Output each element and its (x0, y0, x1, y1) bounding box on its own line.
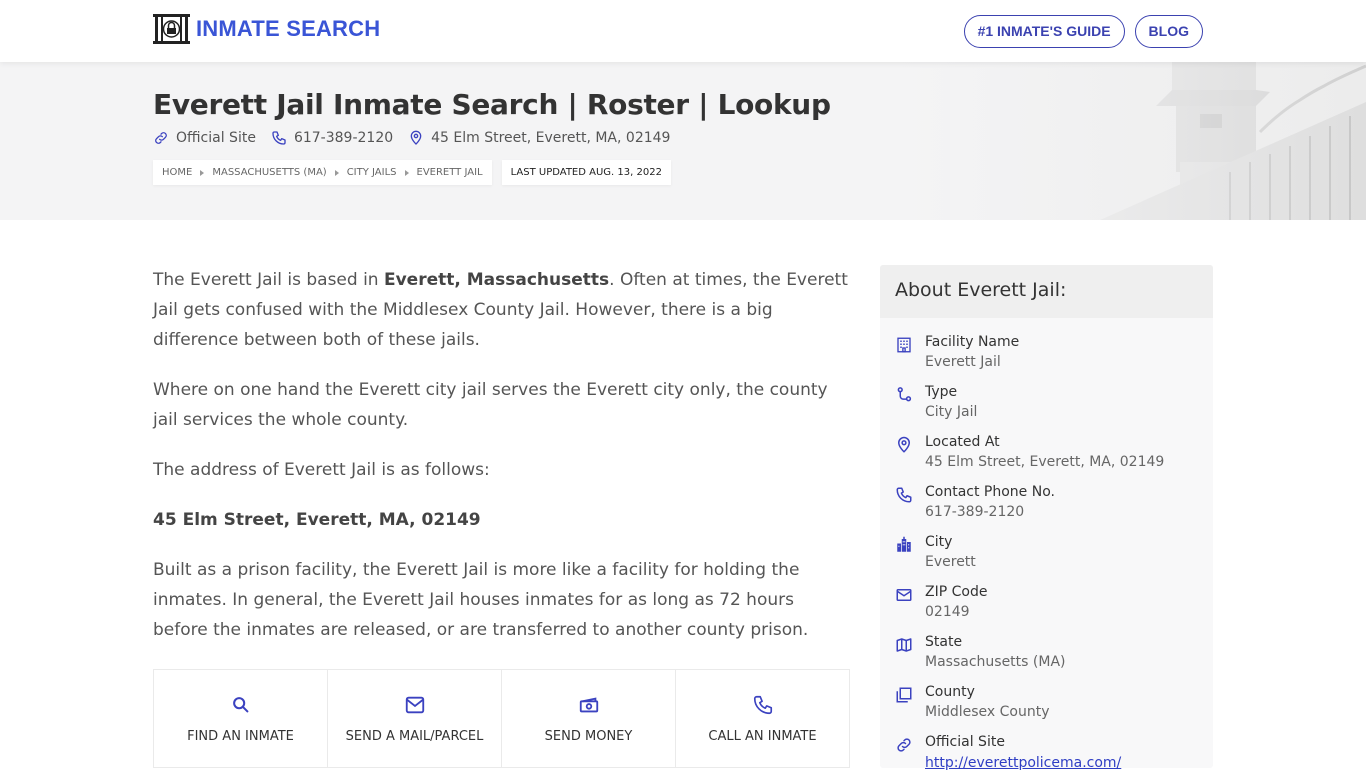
phone-icon (272, 131, 286, 145)
prison-tower-image (900, 62, 1366, 220)
fact-label: County (925, 684, 975, 700)
fact-value: Everett (925, 554, 976, 570)
find-inmate-button[interactable]: FIND AN INMATE (154, 670, 328, 767)
article-body: The Everett Jail is based in Everett, Ma… (153, 265, 850, 665)
fact-label: Official Site (925, 734, 1005, 750)
facility-meta: Official Site 617-389-2120 45 Elm Street… (153, 130, 670, 146)
link-icon (155, 132, 167, 144)
call-inmate-button[interactable]: CALL AN INMATE (676, 670, 849, 767)
fact-phone: Contact Phone No. 617-389-2120 (895, 482, 1198, 532)
breadcrumb-state[interactable]: MASSACHUSETTS (MA) (212, 167, 326, 178)
fact-value: City Jail (925, 404, 978, 420)
fact-label: Type (925, 384, 958, 400)
building-icon (897, 337, 911, 353)
breadcrumb-separator-icon (200, 169, 205, 176)
fact-official-site: Official Site http://everettpolicema.com/ (895, 732, 1198, 782)
phone-number: 617-389-2120 (293, 130, 394, 146)
phone-link[interactable]: 617-389-2120 (271, 130, 393, 146)
fact-type: Type City Jail (895, 382, 1198, 432)
route-icon (897, 387, 912, 402)
breadcrumb-home[interactable]: HOME (162, 167, 192, 178)
money-icon (579, 697, 598, 713)
header-nav: #1 INMATE'S GUIDE BLOG (963, 15, 1203, 48)
official-site-link[interactable]: Official Site (153, 130, 256, 146)
breadcrumb-separator-icon (404, 169, 409, 176)
jail-lock-icon (153, 14, 190, 44)
about-card-title: About Everett Jail: (880, 265, 1213, 318)
phone-icon (753, 695, 772, 715)
breadcrumb-row: HOME MASSACHUSETTS (MA) CITY JAILS EVERE… (153, 160, 671, 185)
fact-label: State (925, 634, 963, 650)
find-inmate-label: FIND AN INMATE (187, 729, 294, 744)
jurisdiction-paragraph: Where on one hand the Everett city jail … (153, 380, 828, 430)
site-logo[interactable]: INMATE SEARCH (153, 14, 380, 44)
mail-icon (896, 589, 912, 601)
services-grid: FIND AN INMATE SEND A MAIL/PARCEL SEND M… (153, 669, 850, 768)
fact-county: County Middlesex County (895, 682, 1198, 732)
fact-state: State Massachusetts (MA) (895, 632, 1198, 682)
page-title: Everett Jail Inmate Search | Roster | Lo… (153, 88, 831, 121)
fact-value: Massachusetts (MA) (925, 654, 1066, 670)
fact-value: 45 Elm Street, Everett, MA, 02149 (925, 454, 1165, 470)
facility-paragraph: Built as a prison facility, the Everett … (153, 560, 809, 640)
breadcrumb-current[interactable]: EVERETT JAIL (417, 167, 483, 178)
breadcrumb: HOME MASSACHUSETTS (MA) CITY JAILS EVERE… (153, 160, 492, 185)
fact-location: Located At 45 Elm Street, Everett, MA, 02… (895, 432, 1198, 482)
send-money-label: SEND MONEY (544, 729, 633, 744)
official-site-label: Official Site (176, 130, 256, 146)
last-updated-badge: LAST UPDATED AUG. 13, 2022 (501, 160, 671, 185)
breadcrumb-city-jails[interactable]: CITY JAILS (347, 167, 397, 178)
map-icon (896, 638, 912, 652)
send-mail-button[interactable]: SEND A MAIL/PARCEL (328, 670, 502, 767)
city-icon (897, 536, 911, 552)
about-facility-card: About Everett Jail: Facility Name Everett… (880, 265, 1213, 771)
fact-label: Located At (925, 434, 1000, 450)
fact-value: 617-389-2120 (925, 504, 1025, 520)
send-money-button[interactable]: SEND MONEY (502, 670, 676, 767)
call-inmate-label: CALL AN INMATE (708, 729, 817, 744)
facts-list: Facility Name Everett Jail Type City Jail … (880, 318, 1213, 782)
fact-zip: ZIP Code 02149 (895, 582, 1198, 632)
fact-label: Facility Name (925, 334, 1020, 350)
search-icon (232, 697, 248, 713)
location-pin-icon (410, 130, 422, 145)
nav-blog[interactable]: BLOG (1134, 15, 1203, 48)
fact-facility-name: Facility Name Everett Jail (895, 332, 1198, 382)
address-intro-paragraph: The address of Everett Jail is as follow… (153, 460, 490, 480)
nav-inmates-guide[interactable]: #1 INMATE'S GUIDE (963, 15, 1125, 48)
fact-label: City (925, 534, 953, 550)
fact-label: Contact Phone No. (925, 484, 1055, 500)
official-site-url[interactable]: http://everettpolicema.com/ (925, 755, 1121, 771)
link-icon (897, 738, 911, 752)
address-info: 45 Elm Street, Everett, MA, 02149 (408, 130, 670, 146)
fact-city: City Everett (895, 532, 1198, 582)
address-text: 45 Elm Street, Everett, MA, 02149 (431, 130, 671, 146)
fact-value: Everett Jail (925, 354, 1001, 370)
logo-text: INMATE SEARCH (196, 16, 381, 41)
fact-label: ZIP Code (925, 584, 988, 600)
phone-icon (896, 487, 912, 503)
location-pin-icon (897, 436, 911, 453)
fact-value: Middlesex County (925, 704, 1050, 720)
copy-icon (896, 687, 912, 703)
hero-banner: Everett Jail Inmate Search | Roster | Lo… (0, 62, 1366, 220)
address-paragraph: 45 Elm Street, Everett, MA, 02149 (153, 510, 481, 530)
fact-value: 02149 (925, 604, 970, 620)
top-navbar: INMATE SEARCH #1 INMATE'S GUIDE BLOG (0, 0, 1366, 62)
intro-paragraph: The Everett Jail is based in Everett, Ma… (153, 270, 848, 350)
mail-icon (405, 696, 424, 714)
breadcrumb-separator-icon (334, 169, 339, 176)
send-mail-label: SEND A MAIL/PARCEL (345, 729, 484, 744)
